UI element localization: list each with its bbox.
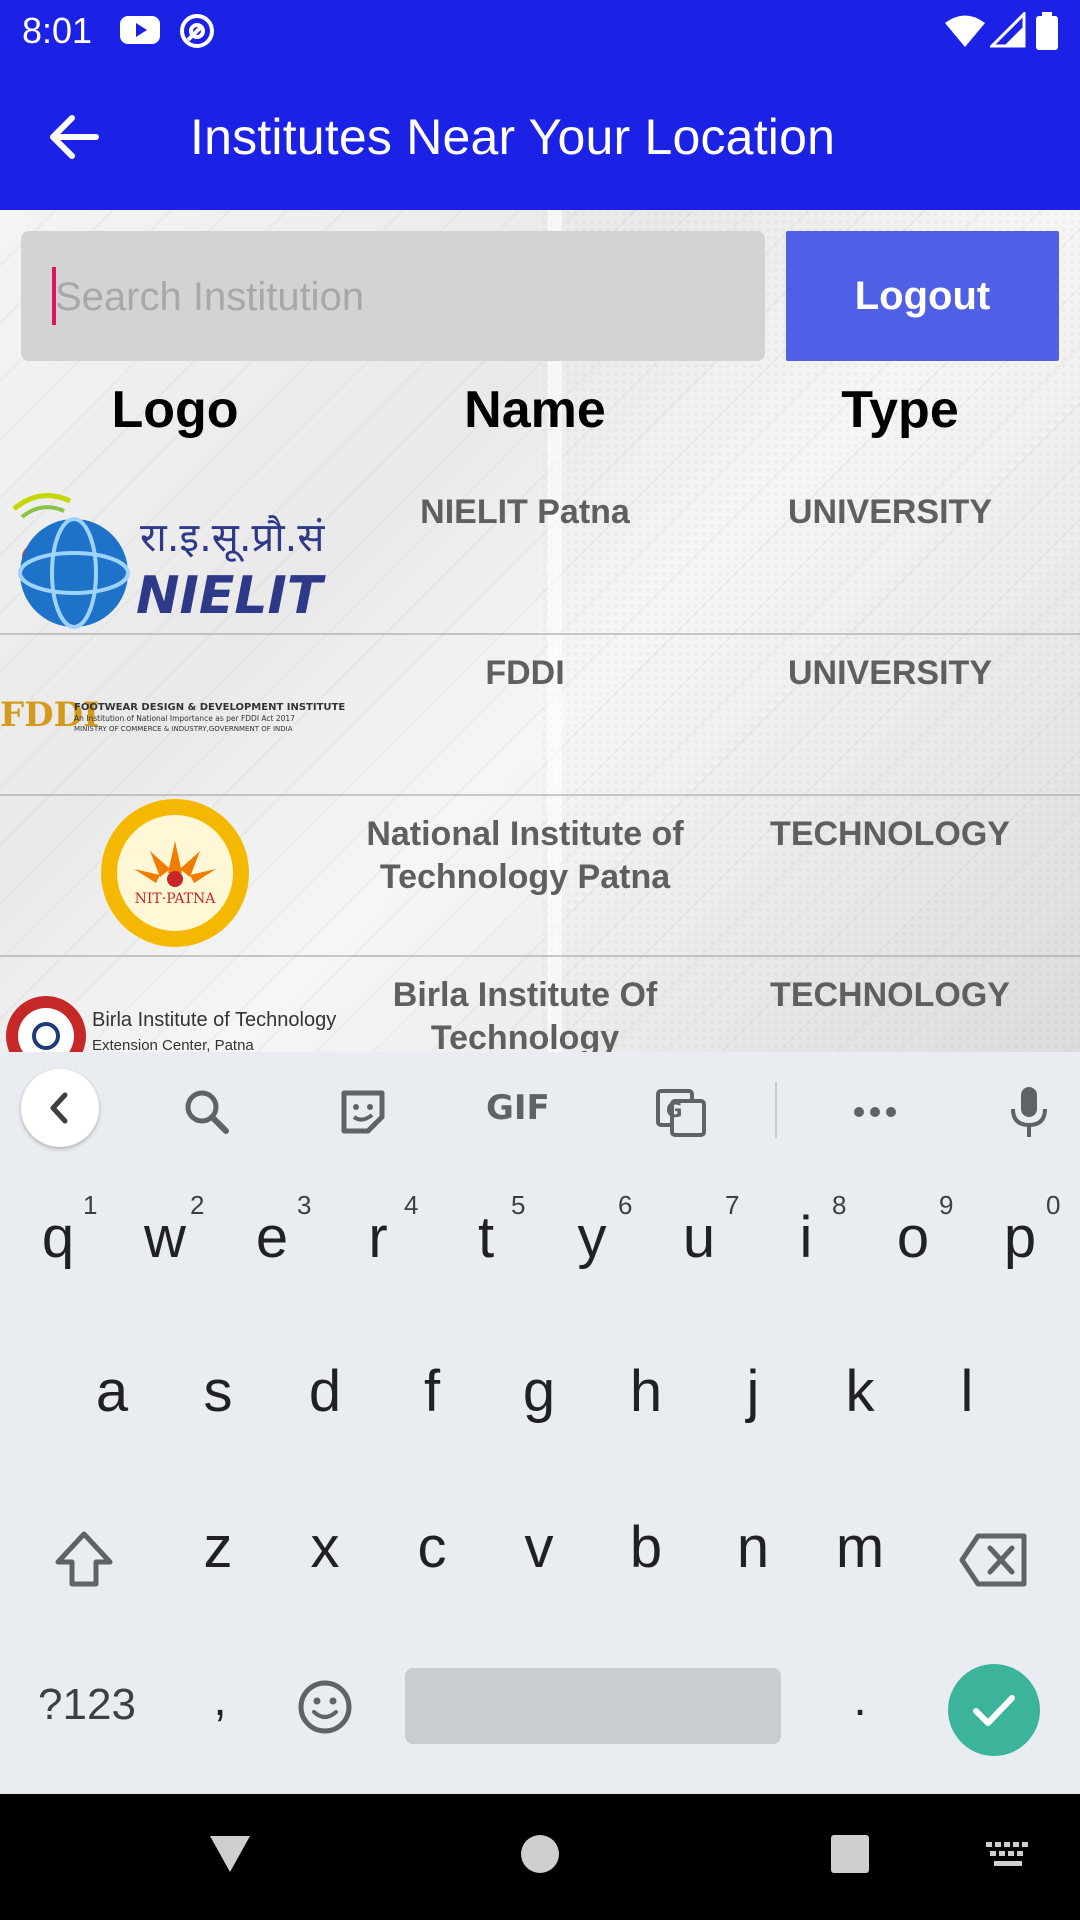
table-row[interactable]: रा.इ.सू.प्रौ.सं NIELIT NIELIT Patna UNIV… [0,473,1080,635]
backspace-icon[interactable] [958,1532,1030,1588]
shift-icon[interactable] [52,1528,116,1592]
key-hint: 3 [297,1190,312,1220]
arrow-back-icon[interactable] [40,102,110,172]
home-circle-icon[interactable] [520,1834,560,1874]
key-f[interactable]: f [392,1358,472,1425]
table-row[interactable]: FDDI FOOTWEAR DESIGN & DEVELOPMENT INSTI… [0,634,1080,796]
chevron-left-icon [50,1092,68,1124]
institute-type: UNIVERSITY [787,654,993,692]
wifi-icon [945,15,985,47]
nielit-logo-script: रा.इ.सू.प्रौ.सं [140,515,325,562]
key-hint: 0 [1046,1190,1061,1220]
key-h[interactable]: h [606,1358,686,1425]
key-hint: 7 [725,1190,740,1220]
nit-logo-text: NIT·PATNA [135,891,217,907]
key-b[interactable]: b [606,1514,686,1581]
key-z[interactable]: z [178,1514,258,1581]
table-row[interactable]: Birla Institute of Technology Extension … [0,956,1080,1052]
key-l[interactable]: l [927,1358,1007,1425]
fddi-logo-line: An Institution of National Importance as… [74,714,295,723]
soft-keyboard: GIF G q w e r t y u i o p 1 2 3 4 5 6 7 … [0,1052,1080,1794]
mic-icon[interactable] [1002,1085,1056,1139]
svg-text:G: G [666,1098,682,1122]
key-hint: 6 [618,1190,633,1220]
gif-button[interactable]: GIF [486,1088,556,1142]
table-row[interactable]: NIT·PATNA National Institute of Technolo… [0,795,1080,957]
emoji-icon[interactable] [296,1678,354,1736]
column-header-name: Name [464,381,606,439]
key-n[interactable]: n [713,1514,793,1581]
bit-logo-text: Birla Institute of Technology [92,1009,336,1031]
key-v[interactable]: v [499,1514,579,1581]
search-input[interactable] [53,231,747,363]
fddi-logo-line: FOOTWEAR DESIGN & DEVELOPMENT INSTITUTE [74,702,345,713]
search-box[interactable] [21,231,765,363]
translate-icon[interactable]: G [654,1085,708,1139]
battery-icon [1036,12,1058,50]
column-header-type: Type [841,381,959,439]
key-g[interactable]: g [499,1358,579,1425]
institute-name: Birla Institute Of Technology [392,976,658,1052]
key-hint: 1 [83,1190,98,1220]
enter-key[interactable] [948,1664,1040,1756]
key-d[interactable]: d [285,1358,365,1425]
fddi-logo-line: MINISTRY OF COMMERCE & INDUSTRY,GOVERNME… [74,725,293,733]
key-comma[interactable]: , [200,1672,240,1727]
logout-button[interactable]: Logout [786,231,1059,361]
sticker-icon[interactable] [336,1085,390,1139]
institute-type: TECHNOLOGY [770,815,1010,853]
nielit-logo: रा.इ.सू.प्रौ.सं NIELIT [12,493,326,629]
nielit-logo-text: NIELIT [136,566,326,626]
at-icon [180,14,214,48]
back-triangle-icon[interactable] [206,1832,254,1876]
signal-icon [990,12,1026,48]
column-header-logo: Logo [111,381,239,439]
key-period[interactable]: . [840,1672,880,1727]
key-hint: 8 [832,1190,847,1220]
status-bar: 8:01 [0,0,1080,62]
key-a[interactable]: a [72,1358,152,1425]
more-icon[interactable] [848,1085,902,1139]
keyboard-collapse-button[interactable] [21,1069,99,1147]
toolbar-divider [775,1082,777,1138]
institute-type: UNIVERSITY [787,493,993,531]
spacebar[interactable] [405,1668,781,1744]
keyboard-toolbar: GIF G [0,1052,1080,1168]
bit-logo: Birla Institute of Technology Extension … [6,996,336,1052]
key-s[interactable]: s [178,1358,258,1425]
page-title: Institutes Near Your Location [190,109,836,165]
key-x[interactable]: x [285,1514,365,1581]
key-m[interactable]: m [820,1514,900,1581]
institute-name: FDDI [485,654,565,692]
keyboard-switch-icon[interactable] [986,1842,1030,1870]
fddi-logo: FDDI FOOTWEAR DESIGN & DEVELOPMENT INSTI… [0,695,345,735]
institute-name: NIELIT Patna [420,493,630,531]
key-hint: 4 [404,1190,419,1220]
key-c[interactable]: c [392,1514,472,1581]
check-icon [973,1695,1015,1726]
youtube-icon [120,16,160,44]
institutes-list-screen: Logout Logo Name Type रा.इ.सू.प्रौ.सं NI… [0,210,1080,1052]
key-hint: 2 [190,1190,205,1220]
recents-square-icon[interactable] [830,1834,870,1874]
navigation-bar [0,1794,1080,1920]
institute-type: TECHNOLOGY [770,976,1010,1014]
search-icon[interactable] [180,1085,234,1139]
key-j[interactable]: j [713,1358,793,1425]
key-hint: 9 [939,1190,954,1220]
institute-name: National Institute of Technology Patna [366,815,684,896]
symbols-key[interactable]: ?123 [24,1680,150,1730]
bit-logo-subtext: Extension Center, Patna [92,1037,254,1052]
status-time: 8:01 [22,10,93,51]
key-k[interactable]: k [820,1358,900,1425]
app-bar: Institutes Near Your Location [0,62,1080,210]
key-hint: 5 [511,1190,526,1220]
nit-patna-logo: NIT·PATNA [101,799,249,947]
